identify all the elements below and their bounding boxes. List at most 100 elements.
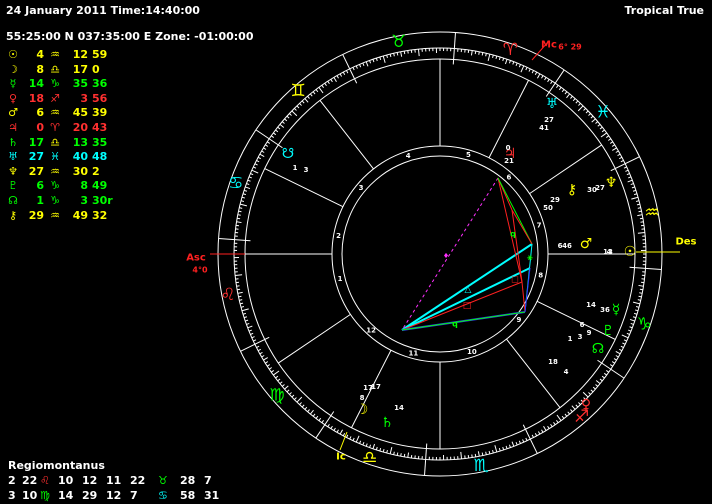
degree-tick bbox=[278, 379, 280, 381]
degree-tick bbox=[282, 122, 284, 124]
wheel-planet-minute: 17 bbox=[363, 384, 373, 392]
degree-tick bbox=[418, 49, 419, 56]
degree-tick bbox=[331, 426, 333, 429]
degree-tick bbox=[245, 187, 250, 189]
degree-tick bbox=[322, 85, 324, 87]
degree-tick bbox=[397, 453, 398, 456]
degree-tick bbox=[591, 390, 593, 392]
degree-tick bbox=[258, 349, 261, 350]
house-number: 7 bbox=[537, 222, 542, 230]
degree-tick bbox=[570, 96, 572, 98]
house-number: 1 bbox=[338, 275, 343, 283]
degree-tick bbox=[636, 201, 639, 202]
degree-tick bbox=[271, 136, 273, 138]
degree-tick bbox=[360, 441, 361, 444]
ascendant-label: Asc bbox=[186, 253, 206, 264]
degree-tick bbox=[565, 414, 567, 416]
aspect-line bbox=[525, 268, 530, 312]
house-number: 3 bbox=[359, 184, 364, 192]
degree-tick bbox=[486, 452, 487, 455]
degree-tick bbox=[253, 167, 256, 168]
degree-tick bbox=[556, 85, 558, 87]
degree-tick bbox=[292, 395, 294, 397]
degree-tick bbox=[263, 358, 267, 361]
aspect-quintile-icon: q bbox=[452, 320, 458, 329]
degree-tick bbox=[639, 293, 642, 294]
degree-tick bbox=[241, 307, 244, 308]
degree-tick bbox=[244, 317, 247, 318]
degree-tick bbox=[289, 392, 291, 394]
degree-tick bbox=[353, 67, 354, 70]
degree-tick bbox=[292, 111, 297, 116]
wheel-planet-minute: 21 bbox=[504, 157, 514, 165]
degree-tick bbox=[252, 337, 255, 338]
wheel-planet-degree: 29 bbox=[550, 196, 560, 204]
wheel-planet-degree: 1 bbox=[293, 164, 298, 172]
degree-tick bbox=[253, 340, 256, 341]
degree-tick bbox=[366, 62, 368, 67]
degree-tick bbox=[260, 154, 264, 156]
degree-tick bbox=[526, 67, 527, 70]
degree-tick bbox=[356, 66, 357, 69]
degree-tick bbox=[246, 323, 249, 324]
degree-tick bbox=[249, 177, 252, 178]
degree-tick bbox=[334, 428, 336, 431]
degree-tick bbox=[509, 60, 510, 63]
degree-tick bbox=[521, 66, 524, 72]
degree-tick bbox=[509, 445, 510, 448]
degree-tick bbox=[475, 51, 476, 54]
degree-tick bbox=[503, 447, 504, 450]
degree-tick bbox=[493, 55, 494, 58]
house-number: 5 bbox=[466, 151, 471, 159]
degree-tick bbox=[616, 356, 619, 358]
degree-tick bbox=[337, 76, 339, 79]
degree-tick bbox=[610, 365, 613, 367]
zodiac-sign-icon: ♍ bbox=[269, 386, 284, 406]
degree-tick bbox=[630, 327, 633, 328]
degree-tick bbox=[576, 101, 578, 103]
degree-tick bbox=[486, 53, 487, 56]
degree-tick bbox=[545, 77, 547, 80]
degree-tick bbox=[408, 453, 409, 458]
degree-tick bbox=[244, 190, 247, 191]
degree-tick bbox=[640, 289, 643, 290]
descendant-label: Des bbox=[675, 237, 696, 248]
degree-tick bbox=[404, 454, 405, 457]
degree-tick bbox=[325, 83, 327, 85]
degree-tick bbox=[628, 180, 633, 182]
degree-tick bbox=[537, 74, 539, 78]
degree-tick bbox=[289, 114, 291, 116]
degree-tick bbox=[346, 435, 347, 438]
degree-tick bbox=[300, 103, 302, 105]
degree-tick bbox=[243, 313, 246, 314]
degree-tick bbox=[278, 127, 280, 129]
zodiac-sign-icon: ♒ bbox=[644, 203, 659, 223]
degree-tick bbox=[557, 415, 561, 421]
house-cusp-line bbox=[265, 169, 343, 207]
degree-tick bbox=[310, 94, 312, 96]
degree-tick bbox=[238, 215, 241, 216]
degree-tick bbox=[622, 335, 628, 338]
degree-tick bbox=[250, 174, 253, 175]
zodiac-sign-icon: ♉ bbox=[391, 32, 406, 52]
uranus-glyph-icon: ♅ bbox=[546, 96, 559, 112]
degree-tick bbox=[242, 309, 249, 311]
sign-boundary bbox=[240, 337, 269, 351]
degree-tick bbox=[573, 99, 575, 101]
degree-tick bbox=[565, 92, 567, 94]
degree-tick bbox=[387, 450, 388, 453]
degree-tick bbox=[346, 70, 347, 73]
degree-tick bbox=[639, 211, 642, 212]
degree-tick bbox=[516, 63, 517, 66]
zodiac-sign-icon: ♎ bbox=[362, 448, 377, 468]
degree-tick bbox=[482, 53, 483, 56]
wheel-planet-minute: 36 bbox=[600, 306, 610, 314]
degree-tick bbox=[240, 303, 243, 304]
zodiac-sign-icon: ♏ bbox=[474, 456, 489, 476]
degree-tick bbox=[313, 414, 315, 416]
degree-tick bbox=[390, 447, 392, 454]
degree-tick bbox=[297, 397, 302, 402]
degree-tick bbox=[602, 130, 604, 132]
degree-tick bbox=[588, 114, 590, 116]
aspect-quintile-icon: q bbox=[510, 230, 516, 239]
